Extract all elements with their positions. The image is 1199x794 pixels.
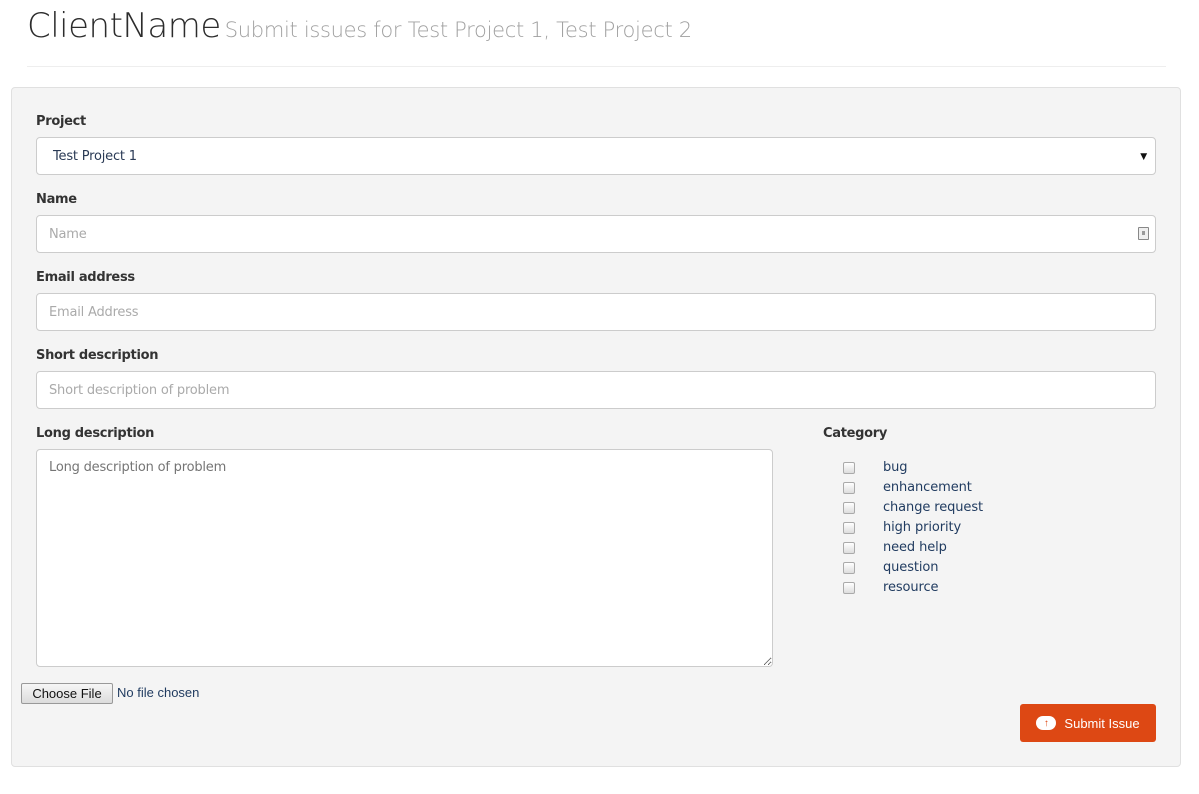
category-option-label: question <box>883 560 939 575</box>
category-option-label: need help <box>883 540 947 555</box>
category-checkbox[interactable] <box>843 481 855 494</box>
category-option-label: bug <box>883 460 908 475</box>
submit-issue-button[interactable]: ↑ Submit Issue <box>1020 704 1156 742</box>
category-label: Category <box>823 426 888 441</box>
category-checkbox[interactable] <box>843 461 855 474</box>
category-option[interactable]: change request <box>832 500 983 515</box>
short-description-label: Short description <box>36 348 159 363</box>
category-checkbox[interactable] <box>843 541 855 554</box>
submit-issue-label: Submit Issue <box>1064 715 1140 731</box>
name-input[interactable]: Name <box>36 215 1156 253</box>
category-option[interactable]: need help <box>832 540 947 555</box>
divider <box>27 66 1166 67</box>
page-subtitle: Submit issues for Test Project 1, Test P… <box>224 18 692 42</box>
email-input[interactable]: Email Address <box>36 293 1156 331</box>
page-title: ClientName Submit issues for Test Project… <box>27 6 692 46</box>
short-description-input[interactable]: Short description of problem <box>36 371 1156 409</box>
project-select-value: Test Project 1 <box>53 148 137 164</box>
category-option-label: resource <box>883 580 939 595</box>
project-label: Project <box>36 114 86 129</box>
category-checkbox[interactable] <box>843 521 855 534</box>
category-option[interactable]: bug <box>832 460 908 475</box>
category-option-label: high priority <box>883 520 962 535</box>
category-checkbox[interactable] <box>843 561 855 574</box>
email-placeholder: Email Address <box>49 304 139 320</box>
category-option[interactable]: question <box>832 560 938 575</box>
category-option-label: enhancement <box>883 480 972 495</box>
category-option-label: change request <box>883 500 983 515</box>
contact-card-icon[interactable] <box>1138 227 1149 240</box>
file-status: No file chosen <box>117 685 200 700</box>
category-checkbox[interactable] <box>843 501 855 514</box>
short-description-placeholder: Short description of problem <box>49 382 230 398</box>
cloud-upload-icon: ↑ <box>1036 716 1057 730</box>
category-option[interactable]: resource <box>832 580 939 595</box>
name-label: Name <box>36 192 77 207</box>
category-option[interactable]: high priority <box>832 520 961 535</box>
long-description-textarea[interactable] <box>36 449 773 667</box>
category-checkbox[interactable] <box>843 581 855 594</box>
choose-file-button[interactable]: Choose File <box>21 683 113 704</box>
email-label: Email address <box>36 270 135 285</box>
caret-down-icon: ▼ <box>1140 152 1147 162</box>
client-name: ClientName <box>27 6 221 46</box>
category-option[interactable]: enhancement <box>832 480 972 495</box>
name-placeholder: Name <box>49 226 87 242</box>
long-description-label: Long description <box>36 426 155 441</box>
project-select[interactable]: Test Project 1 ▼ <box>36 137 1156 175</box>
